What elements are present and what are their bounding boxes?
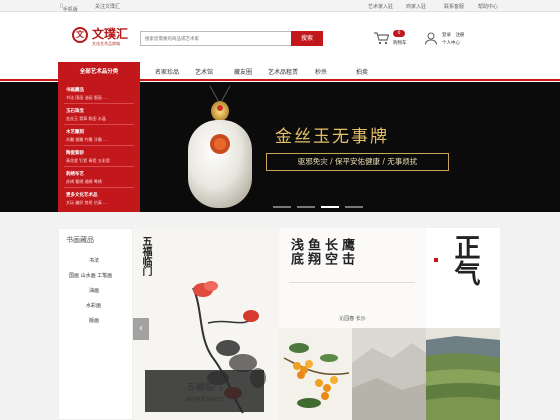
- hero-subtitle: 驱邪免灾 / 保平安佑健康 / 无事烦扰: [266, 153, 449, 171]
- sidebar-item-calligraphy[interactable]: 书画藏品: [66, 87, 84, 93]
- cart-label[interactable]: 购物车: [393, 40, 407, 46]
- hero-title: 金丝玉无事牌: [275, 127, 389, 147]
- login-link[interactable]: 登录: [442, 33, 451, 38]
- search-input[interactable]: [140, 31, 291, 46]
- jade-pendant-image: [188, 86, 252, 208]
- art3-calligraphy: 正气: [450, 234, 480, 286]
- divider: [64, 103, 134, 104]
- sidebar-sub-woodcarving[interactable]: 木雕 根雕 竹雕 牙雕 …: [66, 137, 107, 143]
- sidebar-sub-ceramics[interactable]: 青花瓷 钉瓷 青瓷 五彩瓷: [66, 158, 110, 164]
- loquat-painting-image: [283, 343, 350, 408]
- carousel-dot-2[interactable]: [297, 206, 315, 208]
- sidebar-item-ceramics[interactable]: 陶瓷紫砂: [66, 150, 84, 156]
- carousel-dot-1[interactable]: [273, 206, 291, 208]
- top-utility-bar: ▯ 手机版 关注文璞汇 艺术家入驻 商家入驻 联系客服 帮助中心: [0, 0, 560, 13]
- sidebar-sub-embroidery[interactable]: 苏绣 蜀绣 湘绣 粤绣: [66, 179, 102, 185]
- nav-item-rental[interactable]: 艺术品租赁: [268, 67, 298, 76]
- nav-item-flash-sale[interactable]: 秒杀: [315, 67, 327, 76]
- divider: [64, 124, 134, 125]
- logo-mark[interactable]: 文: [72, 27, 88, 43]
- section-cat-calligraphy[interactable]: 书法: [89, 257, 99, 264]
- artwork-card-zhengqi[interactable]: 正气: [426, 228, 500, 328]
- follow-link[interactable]: 关注文璞汇: [95, 3, 120, 10]
- merchant-entry-link[interactable]: 商家入驻: [406, 3, 426, 10]
- art1-calligraphy: 五福临门: [140, 236, 151, 276]
- sidebar-item-woodcarving[interactable]: 木艺雕刻: [66, 129, 84, 135]
- artwork-card-landscape-grey[interactable]: [352, 328, 426, 420]
- register-link[interactable]: 注册: [455, 33, 464, 38]
- ink-landscape-image: [352, 328, 426, 420]
- seal-icon: [434, 258, 438, 262]
- nav-item-collectors[interactable]: 藏友圈: [234, 67, 252, 76]
- carousel-dot-4[interactable]: [345, 206, 363, 208]
- search-button[interactable]: 搜索: [291, 31, 323, 46]
- chevron-left-icon[interactable]: ‹: [133, 318, 149, 340]
- sidebar-sub-calligraphy[interactable]: 书法 国画 油画 版画 …: [66, 95, 107, 101]
- section-cat-print[interactable]: 版画: [89, 317, 99, 324]
- art2-calligraphy: 鹰击长空鱼翔浅底: [288, 238, 354, 266]
- login-register-links: 登录 注册: [442, 32, 464, 38]
- section-title: 书画藏品: [66, 236, 94, 244]
- all-categories-button[interactable]: 全部艺术品分类: [58, 62, 140, 82]
- account-link[interactable]: 个人中心: [442, 40, 460, 46]
- category-sidebar: 书画藏品 书法 国画 油画 版画 … 玉石珠宝 金丝玉 翡翠 和田 水晶 木艺雕…: [58, 82, 140, 212]
- divider: [64, 187, 134, 188]
- mobile-link[interactable]: ▯ 手机版: [60, 3, 78, 13]
- help-center-link[interactable]: 帮助中心: [478, 3, 498, 10]
- divider: [64, 145, 134, 146]
- artwork-label: 沁园春 长沙: [339, 316, 366, 322]
- section-cat-watercolor[interactable]: 水彩画: [86, 302, 101, 309]
- featured-artwork-price: 新作特惠3600元: [185, 397, 224, 403]
- sidebar-sub-more[interactable]: 文玩 编织 剪纸 仿真 …: [66, 200, 107, 206]
- cart-icon[interactable]: [373, 31, 389, 45]
- sidebar-item-more[interactable]: 更多文化艺术品: [66, 192, 98, 198]
- artwork-card-terraces[interactable]: [426, 328, 500, 420]
- artist-entry-link[interactable]: 艺术家入驻: [368, 3, 393, 10]
- nav-item-auction[interactable]: 拍卖: [356, 67, 368, 76]
- section-cat-painting[interactable]: 国画 山水画 工笔画: [69, 272, 112, 279]
- artwork-card-loquat[interactable]: [279, 328, 352, 420]
- artwork-card-calligraphy[interactable]: 鹰击长空鱼翔浅底: [279, 228, 426, 328]
- section-cat-oil[interactable]: 油画: [89, 287, 99, 294]
- terrace-landscape-image: [426, 328, 500, 420]
- divider: [64, 166, 134, 167]
- logo-name[interactable]: 文璞汇: [92, 25, 128, 42]
- sidebar-item-embroidery[interactable]: 刺绣布艺: [66, 171, 84, 177]
- nav-item-gallery[interactable]: 艺术馆: [195, 67, 213, 76]
- user-icon[interactable]: [424, 31, 438, 45]
- cart-count-badge: 0: [393, 30, 405, 37]
- customer-service-link[interactable]: 联系客服: [444, 3, 464, 10]
- featured-artwork-name[interactable]: 五福临门: [145, 380, 264, 393]
- logo-tagline: 文化艺术品商城: [92, 41, 120, 46]
- art2-paper: [289, 282, 415, 306]
- sidebar-sub-jade[interactable]: 金丝玉 翡翠 和田 水晶: [66, 116, 106, 122]
- sidebar-item-jade[interactable]: 玉石珠宝: [66, 108, 84, 114]
- carousel-dot-3-active[interactable]: [321, 206, 339, 208]
- nav-item-masterpieces[interactable]: 名家珍品: [155, 67, 179, 76]
